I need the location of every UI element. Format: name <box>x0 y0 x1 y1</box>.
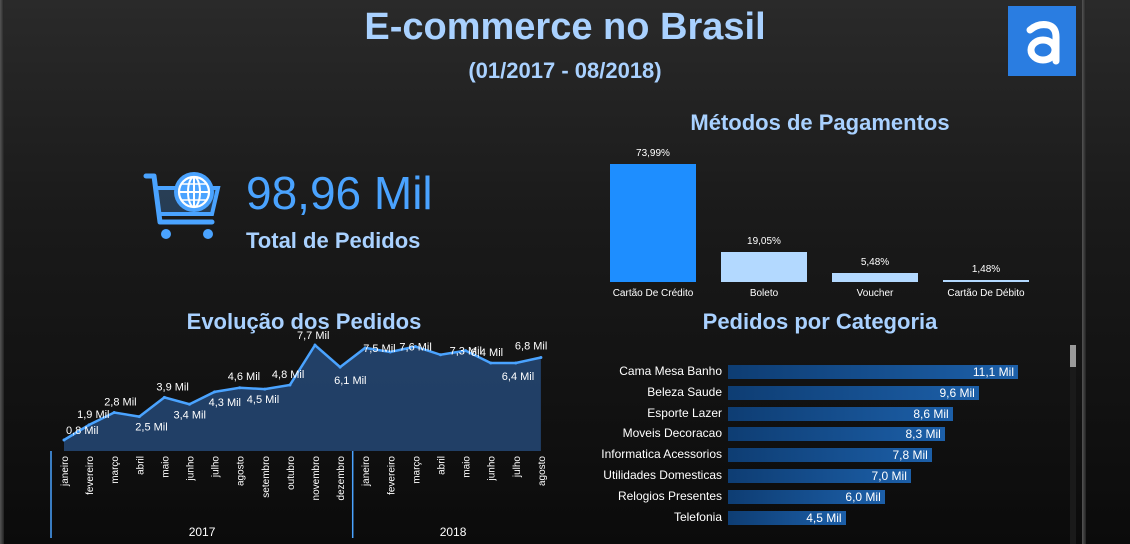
category-value-label: 7,8 Mil <box>892 448 928 463</box>
evolution-point[interactable] <box>263 387 267 391</box>
evolution-point[interactable] <box>188 402 191 406</box>
category-value-label: 4,5 Mil <box>806 510 842 525</box>
month-label: janeiro <box>60 456 71 487</box>
category-value-label: 6,0 Mil <box>845 489 881 504</box>
payment-category-label: Cartão De Débito <box>947 288 1025 299</box>
evolution-data-label: 2,8 Mil <box>104 397 136 409</box>
category-label: Beleza Saude <box>647 384 722 399</box>
month-label: novembro <box>311 456 322 501</box>
month-label: julho <box>211 456 222 479</box>
evolution-point[interactable] <box>313 343 317 347</box>
payment-bar[interactable] <box>943 279 1029 282</box>
evolution-data-label: 6,1 Mil <box>334 375 366 387</box>
month-label: abril <box>437 456 448 475</box>
payment-bar[interactable] <box>832 273 918 282</box>
evolution-data-label: 2,5 Mil <box>135 422 167 434</box>
month-label: junho <box>487 456 498 482</box>
evolution-data-label: 4,8 Mil <box>272 369 304 381</box>
month-label: fevereiro <box>85 456 96 495</box>
category-value-label: 7,0 Mil <box>871 469 907 483</box>
month-label: maio <box>462 456 473 478</box>
evolution-data-label: 7,6 Mil <box>399 342 431 354</box>
evolution-point[interactable] <box>62 438 66 442</box>
page-title: E-commerce no Brasil <box>364 6 766 48</box>
evolution-point[interactable] <box>539 356 543 359</box>
brand-logo[interactable] <box>1008 6 1076 76</box>
categories-scrollbar-track[interactable] <box>1070 345 1076 544</box>
categories-title: Pedidos por Categoria <box>702 309 938 334</box>
payments-title: Métodos de Pagamentos <box>690 110 950 135</box>
evolution-data-label: 3,9 Mil <box>156 381 188 393</box>
category-value-label: 9,6 Mil <box>939 385 975 400</box>
payment-value-label: 1,48% <box>971 263 1001 275</box>
kpi-total-orders-value: 98,96 Mil <box>246 167 433 219</box>
month-label: dezembro <box>336 456 347 501</box>
month-label: janeiro <box>361 456 372 487</box>
category-label: Moveis Decoracao <box>622 426 722 441</box>
month-label: outubro <box>286 456 297 490</box>
category-label: Esporte Lazer <box>647 405 722 420</box>
evolution-point[interactable] <box>137 415 141 419</box>
evolution-data-label: 6,4 Mil <box>471 347 503 359</box>
payment-category-label: Cartão De Crédito <box>612 288 694 299</box>
payment-category-label: Voucher <box>856 288 894 299</box>
evolution-point[interactable] <box>489 361 493 365</box>
evolution-data-label: 4,6 Mil <box>228 371 260 383</box>
logo-a-icon <box>1026 21 1060 65</box>
month-label: fevereiro <box>386 456 397 495</box>
evolution-data-label: 6,4 Mil <box>502 371 534 383</box>
category-value-label: 8,6 Mil <box>913 406 949 421</box>
category-label: Informatica Acessorios <box>601 447 722 462</box>
payment-value-label: 19,05% <box>747 235 781 247</box>
month-label: setembro <box>261 456 272 498</box>
evolution-data-label: 7,7 Mil <box>297 330 329 342</box>
category-value-label: 8,3 Mil <box>905 427 941 442</box>
categories-scrollbar-thumb[interactable] <box>1070 345 1076 367</box>
evolution-point[interactable] <box>162 395 166 399</box>
year-label: 2017 <box>189 525 216 539</box>
month-label: abril <box>135 456 146 475</box>
category-label: Utilidades Domesticas <box>603 468 722 482</box>
evolution-point[interactable] <box>514 361 518 365</box>
category-label: Telefonia <box>673 509 722 524</box>
month-label: março <box>110 456 121 484</box>
category-label: Relogios Presentes <box>617 488 722 503</box>
evolution-data-label: 1,9 Mil <box>77 409 109 421</box>
evolution-point[interactable] <box>288 383 292 387</box>
month-label: maio <box>160 456 171 478</box>
month-label: junho <box>186 456 197 482</box>
evolution-point[interactable] <box>338 365 342 369</box>
evolution-point[interactable] <box>112 411 116 414</box>
evolution-data-label: 4,3 Mil <box>209 397 241 409</box>
evolution-point[interactable] <box>213 390 217 394</box>
payment-category-label: Boleto <box>749 288 779 299</box>
evolution-data-label: 6,8 Mil <box>515 341 547 353</box>
evolution-point[interactable] <box>439 353 442 357</box>
payment-value-label: 73,99% <box>636 148 670 159</box>
evolution-data-label: 4,5 Mil <box>247 394 279 406</box>
payment-value-label: 5,48% <box>860 257 890 269</box>
month-label: agosto <box>537 456 548 486</box>
month-label: março <box>411 456 422 484</box>
evolution-chart[interactable]: 0,8 Mil 1,9 Mil2,8 Mil 2,5 Mil 3,9 Mil 3,4 M… <box>44 324 564 544</box>
shopping-cart-globe-icon <box>142 168 224 249</box>
category-label: Cama Mesa Banho <box>619 364 722 378</box>
page-subtitle: (01/2017 - 08/2018) <box>468 58 662 83</box>
payment-bar[interactable] <box>610 164 696 282</box>
evolution-point[interactable] <box>238 386 242 390</box>
kpi-total-orders-label: Total de Pedidos <box>246 228 421 253</box>
month-label: julho <box>512 456 523 479</box>
evolution-data-label: 7,5 Mil <box>363 343 395 355</box>
year-label: 2018 <box>440 525 467 539</box>
category-value-label: 11,1 Mil <box>972 365 1014 379</box>
month-label: agosto <box>236 456 247 486</box>
evolution-data-label: 0,8 Mil <box>66 425 98 437</box>
evolution-data-label: 3,4 Mil <box>174 409 206 421</box>
payment-bar[interactable] <box>721 251 807 282</box>
